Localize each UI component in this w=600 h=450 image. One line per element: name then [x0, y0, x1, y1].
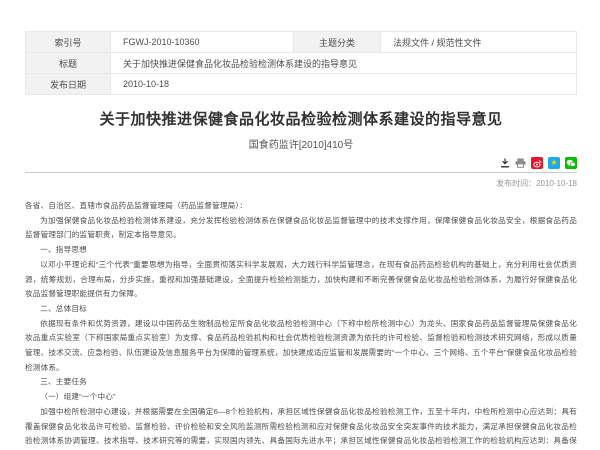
publish-date-value: 2010-10-18 — [111, 74, 577, 95]
document-meta-table: 索引号 FGWJ-2010-10360 主题分类 法规文件 / 规范性文件 标题… — [25, 31, 577, 95]
subject-category-label: 主题分类 — [294, 32, 381, 53]
page-title: 关于加快推进保健食品化妆品检验检测体系建设的指导意见 — [25, 108, 577, 129]
paragraph: 加强中检所检测中心建设，并根据需要在全国确定6—8个检验机构，承担区域性保健食品… — [25, 405, 577, 450]
paragraph: 三、主要任务 — [25, 375, 577, 390]
table-row: 标题 关于加快推进保健食品化妆品检验检测体系建设的指导意见 — [26, 53, 577, 74]
publish-time-value: 2010-10-18 — [536, 179, 577, 188]
paragraph: 一、指导思想 — [25, 243, 577, 258]
table-row: 发布日期 2010-10-18 — [26, 74, 577, 95]
download-icon[interactable] — [500, 158, 510, 168]
document-number: 国食药监许[2010]410号 — [25, 136, 577, 151]
title-value: 关于加快推进保健食品化妆品检验检测体系建设的指导意见 — [111, 53, 577, 74]
title-label: 标题 — [26, 53, 111, 74]
index-number-label: 索引号 — [26, 32, 111, 53]
index-number-value: FGWJ-2010-10360 — [111, 32, 294, 53]
document-page: 索引号 FGWJ-2010-10360 主题分类 法规文件 / 规范性文件 标题… — [0, 0, 600, 450]
paragraph: 以邓小平理论和“三个代表”重要思想为指导，全面贯彻落实科学发展观，大力践行科学监… — [25, 258, 577, 302]
publish-time: 发布时间：2010-10-18 — [25, 178, 577, 189]
paragraph: 为加强保健食品化妆品检验检测体系建设，充分发挥检验检测体系在保健食品化妆品监督管… — [25, 214, 577, 243]
article-body: 各省、自治区、直辖市食品药品监督管理局（药品监督管理局）：为加强保健食品化妆品检… — [25, 199, 577, 450]
print-icon[interactable] — [515, 158, 526, 168]
weibo-share-icon[interactable] — [531, 157, 543, 169]
subject-category-value: 法规文件 / 规范性文件 — [381, 32, 577, 53]
publish-time-label: 发布时间： — [496, 179, 536, 188]
paragraph: 依据现有条件和优势资源，建设以中国药品生物制品检定所食品化妆品检验检测中心（下称… — [25, 317, 577, 376]
paragraph: （一）组建“一个中心” — [25, 390, 577, 405]
wechat-share-icon[interactable] — [565, 157, 577, 169]
publish-date-label: 发布日期 — [26, 74, 111, 95]
paragraph: 二、总体目标 — [25, 302, 577, 317]
paragraph: 各省、自治区、直辖市食品药品监督管理局（药品监督管理局）： — [25, 199, 577, 214]
table-row: 索引号 FGWJ-2010-10360 主题分类 法规文件 / 规范性文件 — [26, 32, 577, 53]
qzone-share-icon[interactable]: ★ — [548, 157, 560, 169]
article-toolbar: ★ — [25, 157, 577, 173]
